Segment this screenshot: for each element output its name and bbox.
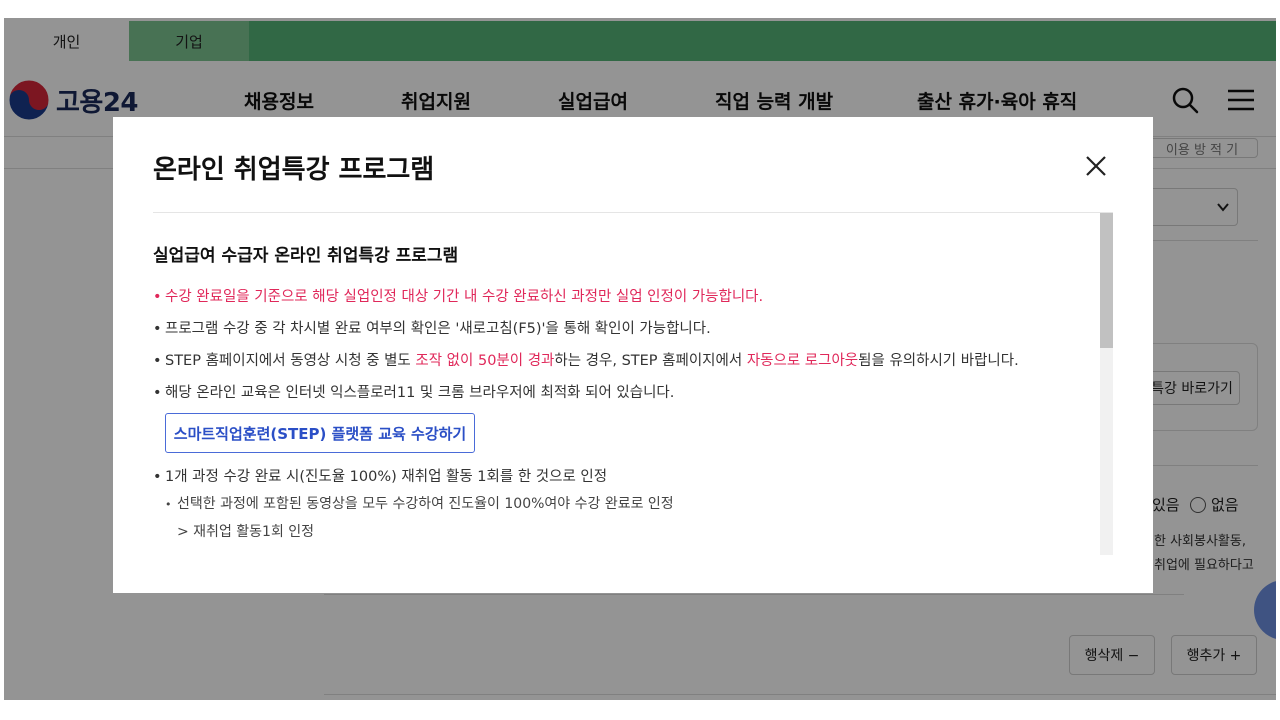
page: 개인 기업 고용24 채용정보 취업지원 실업급여 직업 능력 개발 출산 휴가… bbox=[4, 18, 1276, 700]
notice-bullet-2: • 프로그램 수강 중 각 차시별 완료 여부의 확인은 '새로고침(F5)'을 … bbox=[153, 317, 711, 338]
bullet-text: 하는 경우, STEP 홈페이지에서 bbox=[554, 353, 747, 369]
notice-bullet-5: • 1개 과정 수강 완료 시(진도율 100%) 재취업 활동 1회를 한 것으… bbox=[153, 465, 607, 486]
highlight-text: 조작 없이 50분이 경과 bbox=[415, 353, 555, 369]
bullet-dot: • bbox=[153, 385, 162, 401]
bullet-text: 해당 온라인 교육은 인터넷 익스플로러11 및 크롬 브라우저에 최적화 되어… bbox=[165, 385, 675, 401]
bullet-text: 1개 과정 수강 완료 시(진도율 100%) 재취업 활동 1회를 한 것으로… bbox=[165, 469, 608, 485]
section-title: 실업급여 수급자 온라인 취업특강 프로그램 bbox=[153, 246, 459, 266]
highlight-text: 자동으로 로그아웃 bbox=[746, 353, 859, 369]
notice-bullet-1: • 수강 완료일을 기준으로 해당 실업인정 대상 기간 내 수강 완료하신 과정… bbox=[153, 285, 763, 306]
close-icon[interactable] bbox=[1083, 153, 1109, 179]
bullet-text: 수강 완료일을 기준으로 해당 실업인정 대상 기간 내 수강 완료하신 과정만… bbox=[165, 289, 764, 305]
sub-bullet: • 선택한 과정에 포함된 동영상을 모두 수강하여 진도율이 100%여야 수강… bbox=[165, 493, 674, 513]
step-platform-button[interactable]: 스마트직업훈련(STEP) 플랫폼 교육 수강하기 bbox=[165, 413, 475, 453]
scrollbar-thumb[interactable] bbox=[1100, 213, 1113, 348]
bullet-dot: • bbox=[153, 289, 162, 305]
bullet-text: 프로그램 수강 중 각 차시별 완료 여부의 확인은 '새로고침(F5)'을 통… bbox=[165, 321, 711, 337]
modal-title: 온라인 취업특강 프로그램 bbox=[153, 155, 435, 185]
modal-body: 실업급여 수급자 온라인 취업특강 프로그램 • 수강 완료일을 기준으로 해당 … bbox=[153, 213, 1099, 555]
bullet-text: STEP 홈페이지에서 동영상 시청 중 별도 bbox=[165, 353, 416, 369]
notice-bullet-4: • 해당 온라인 교육은 인터넷 익스플로러11 및 크롬 브라우저에 최적화 되… bbox=[153, 381, 674, 402]
bullet-dot: • bbox=[153, 321, 162, 337]
bullet-text: 선택한 과정에 포함된 동영상을 모두 수강하여 진도율이 100%여야 수강 … bbox=[177, 496, 674, 512]
bullet-text: 됨을 유의하시기 바랍니다. bbox=[858, 353, 1019, 369]
bullet-dot: • bbox=[153, 469, 162, 485]
bullet-dot: • bbox=[153, 353, 162, 369]
notice-bullet-3: • STEP 홈페이지에서 동영상 시청 중 별도 조작 없이 50분이 경과하는… bbox=[153, 349, 1019, 370]
sub-sub-bullet: > 재취업 활동1회 인정 bbox=[177, 524, 315, 540]
online-lecture-modal: 온라인 취업특강 프로그램 실업급여 수급자 온라인 취업특강 프로그램 • 수강… bbox=[113, 117, 1153, 593]
bullet-dot: • bbox=[165, 498, 172, 511]
